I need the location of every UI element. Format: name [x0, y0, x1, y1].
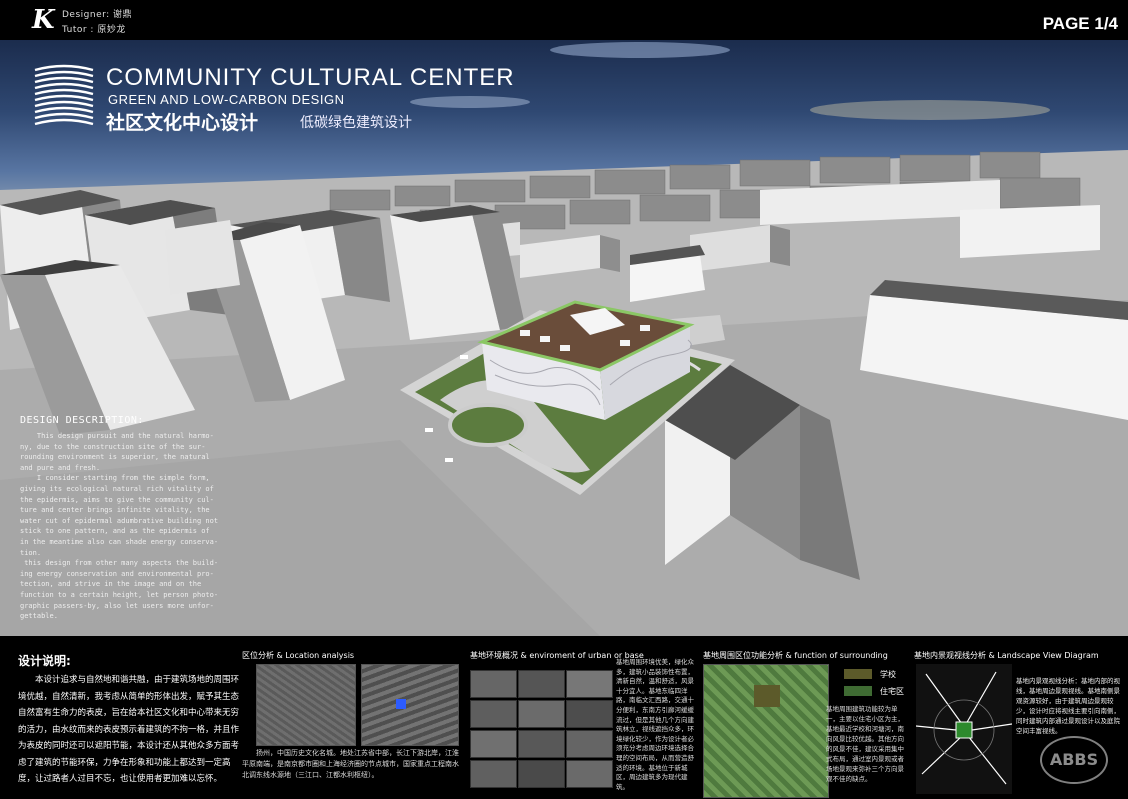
legend-school-label: 学校 [880, 670, 896, 679]
legend-school-swatch [844, 669, 872, 679]
site-marker [396, 699, 406, 709]
site-photo [470, 760, 517, 788]
site-photo [566, 760, 613, 788]
site-photo [470, 730, 517, 758]
landscape-caption: 基地内景观视线分析：基地内部的视线，基地周边景观视线。基地南侧景观资源较好，由于… [1016, 677, 1120, 735]
site-photo [518, 760, 565, 788]
cloud [810, 100, 1050, 120]
landscape-title: 基地内景观视线分析 & Landscape View Diagram [914, 651, 1099, 660]
legend-residential-swatch [844, 686, 872, 696]
stripes-emblem [34, 64, 94, 126]
design-description-body: This design pursuit and the natural harm… [20, 432, 219, 621]
location-caption: 扬州，中国历史文化名城。地处江苏省中部，长江下游北岸，江淮平原南端，是南京都市圈… [242, 749, 459, 779]
page-number: PAGE 1/4 [1042, 14, 1118, 33]
tutor-credit: Tutor : 原妙龙 [62, 25, 126, 35]
aerial-render: COMMUNITY CULTURAL CENTER GREEN AND LOW-… [0, 40, 1128, 636]
school-zone [754, 685, 780, 707]
location-title: 区位分析 & Location analysis [242, 651, 355, 660]
cn-description-heading: 设计说明: [18, 654, 71, 668]
function-map [703, 664, 829, 798]
site-photo [470, 670, 517, 698]
design-description-heading: DESIGN DESCRIPTION: [20, 415, 144, 426]
site-photo [566, 700, 613, 728]
environment-caption: 基地周围环境优美，绿化众多，建筑小品装饰性布置，清新自然，温和舒适，风景十分宜人… [616, 658, 694, 791]
landscape-view-diagram [916, 664, 1012, 794]
location-map-region [256, 664, 356, 746]
cloud [410, 96, 530, 108]
title-cn-sub: 低碳绿色建筑设计 [300, 115, 412, 131]
title-main: COMMUNITY CULTURAL CENTER [106, 64, 515, 91]
location-map-city [361, 664, 459, 746]
site-photo [470, 700, 517, 728]
title-cn: 社区文化中心设计 [106, 112, 259, 134]
legend-residential-label: 住宅区 [880, 687, 904, 696]
watermark: ABBS [1040, 736, 1108, 784]
cn-description-body: 本设计追求与自然地和谐共融，由于建筑场地的周围环境优越，自然清新，我考虑从简单的… [18, 675, 240, 784]
function-title: 基地周围区位功能分析 & function of surrounding [703, 651, 888, 660]
analysis-panel: 设计说明: 本设计追求与自然地和谐共融，由于建筑场地的周围环境优越，自然清新，我… [0, 636, 1128, 799]
cloud [550, 42, 730, 58]
title-sub: GREEN AND LOW-CARBON DESIGN [108, 92, 345, 107]
site-photo [518, 670, 565, 698]
studio-logo: K [32, 5, 55, 35]
site-photo [566, 730, 613, 758]
top-bar: K Designer: 谢鼎 Tutor : 原妙龙 PAGE 1/4 [0, 0, 1128, 40]
site-photo [518, 700, 565, 728]
site-photo [566, 670, 613, 698]
site-photo [518, 730, 565, 758]
function-caption: 基地周围建筑功能较为单一，主要以住宅小区为主，基地最近学校和河塘河，南向风景比较… [826, 705, 904, 783]
designer-credit: Designer: 谢鼎 [62, 10, 133, 20]
